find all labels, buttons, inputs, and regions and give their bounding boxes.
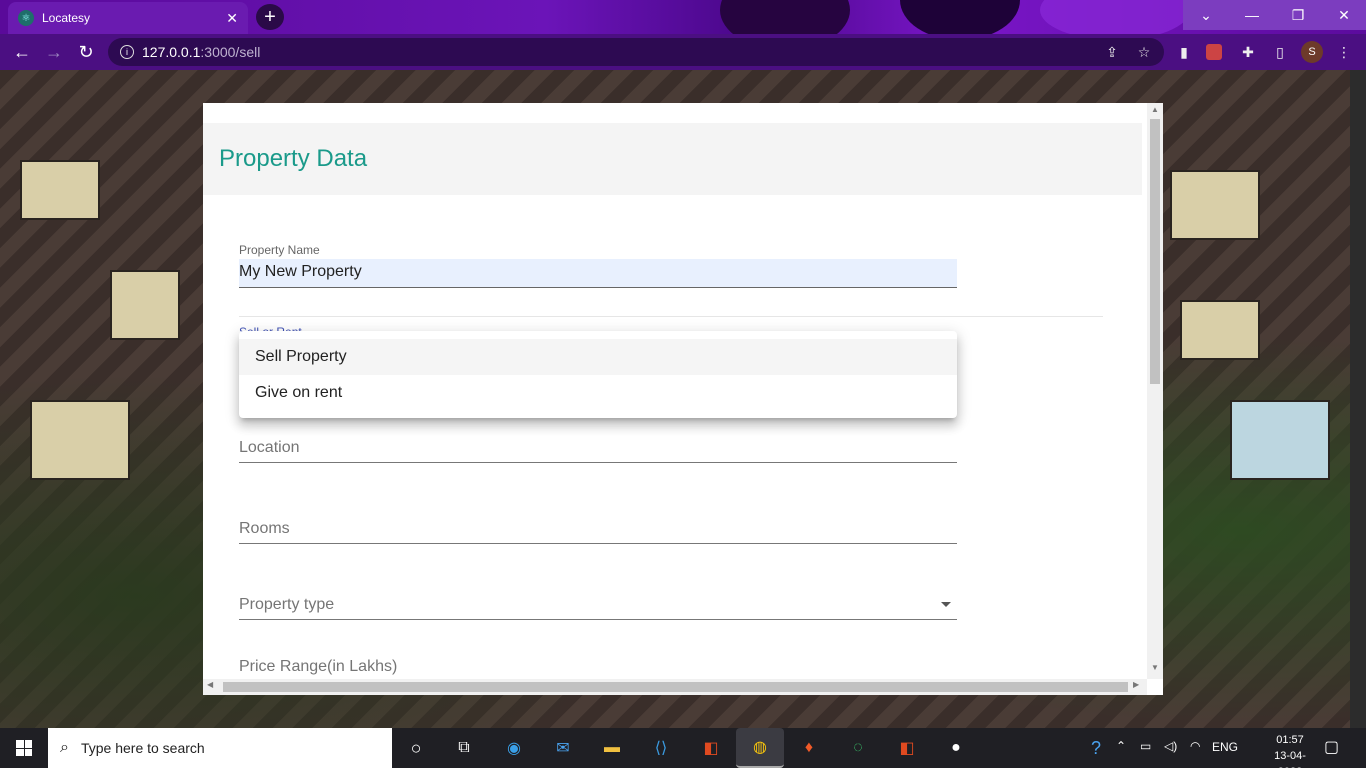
- section-divider: [239, 316, 1103, 317]
- dialog-horizontal-scrollbar[interactable]: ◀ ▶: [203, 679, 1147, 695]
- side-panel-icon[interactable]: ▯: [1270, 42, 1290, 62]
- url-path: :3000/sell: [200, 44, 261, 60]
- dialog-header: Property Data: [203, 123, 1142, 195]
- wifi-icon[interactable]: ◠: [1190, 739, 1200, 753]
- language-indicator[interactable]: ENG: [1212, 740, 1238, 754]
- tab-search-icon[interactable]: ⌄: [1183, 0, 1229, 30]
- rooms-input[interactable]: Rooms: [239, 514, 957, 544]
- address-bar[interactable]: i 127.0.0.1 :3000/sell: [108, 38, 1164, 66]
- location-input[interactable]: Location: [239, 433, 957, 463]
- react-icon: ⚛: [18, 10, 34, 26]
- battery-icon[interactable]: ▭: [1140, 739, 1151, 753]
- page-scrollbar[interactable]: [1350, 70, 1366, 728]
- task-view-icon[interactable]: ⧉: [450, 734, 478, 762]
- minimize-button[interactable]: —: [1229, 0, 1275, 30]
- close-window-button[interactable]: ✕: [1321, 0, 1366, 30]
- property-name-label: Property Name: [239, 243, 320, 257]
- volume-icon[interactable]: ◁): [1164, 739, 1177, 753]
- search-icon: ⌕: [60, 739, 69, 756]
- windows-logo-icon: [16, 740, 32, 756]
- background-house: [1180, 300, 1260, 360]
- system-clock[interactable]: 01:57 13-04-2022: [1262, 732, 1318, 768]
- clock-time: 01:57: [1276, 734, 1304, 746]
- mail-icon[interactable]: ✉: [549, 734, 577, 762]
- back-arrow-icon[interactable]: ←: [10, 40, 34, 64]
- taskbar-search-box[interactable]: ⌕ Type here to search: [48, 728, 392, 768]
- scroll-down-arrow-icon[interactable]: ▼: [1147, 663, 1163, 677]
- background-house: [20, 160, 100, 220]
- profile-avatar[interactable]: S: [1301, 41, 1323, 63]
- extension-icon[interactable]: [1206, 44, 1222, 60]
- search-placeholder: Type here to search: [80, 740, 205, 756]
- background-house: [1170, 170, 1260, 240]
- site-info-icon[interactable]: i: [120, 45, 134, 59]
- browser-tab[interactable]: ⚛ Locatesy ✕: [8, 2, 248, 34]
- dialog-title: Property Data: [219, 145, 368, 172]
- background-house: [110, 270, 180, 340]
- browser-toolbar: ← → ↻ i 127.0.0.1 :3000/sell ⇪ ☆ ▮ ✚ ▯ S…: [0, 34, 1366, 70]
- menu-kebab-icon[interactable]: ⋮: [1334, 42, 1354, 62]
- help-icon[interactable]: ?: [1082, 734, 1110, 762]
- start-button[interactable]: [0, 728, 48, 768]
- restore-button[interactable]: ❐: [1275, 0, 1321, 30]
- sell-or-rent-menu: Sell Property Give on rent: [239, 331, 957, 418]
- property-type-placeholder: Property type: [239, 596, 335, 613]
- scroll-right-arrow-icon[interactable]: ▶: [1133, 680, 1139, 689]
- background-house: [30, 400, 130, 480]
- new-tab-button[interactable]: +: [256, 4, 284, 30]
- windows-taskbar: ⌕ Type here to search ○ ⧉ ◉ ✉ ▬ ⟨⟩ ◧ ◍ ♦…: [0, 728, 1366, 768]
- share-icon[interactable]: ⇪: [1102, 42, 1122, 62]
- forward-arrow-icon[interactable]: →: [42, 40, 66, 64]
- menu-item-give-on-rent[interactable]: Give on rent: [239, 375, 957, 411]
- dropdown-arrow-icon: [941, 602, 951, 607]
- mongodb-compass-icon[interactable]: ●: [942, 734, 970, 762]
- office-icon[interactable]: ◧: [893, 734, 921, 762]
- tab-title: Locatesy: [42, 11, 91, 25]
- bookmark-star-icon[interactable]: ☆: [1134, 42, 1154, 62]
- clock-date: 13-04-2022: [1274, 750, 1306, 768]
- scrollbar-thumb[interactable]: [223, 682, 1128, 692]
- menu-item-sell-property[interactable]: Sell Property: [239, 339, 957, 375]
- background-house: [1230, 400, 1330, 480]
- url-host: 127.0.0.1: [142, 44, 201, 60]
- cortana-icon[interactable]: ○: [402, 734, 430, 762]
- edge-icon[interactable]: ◉: [500, 734, 528, 762]
- reload-icon[interactable]: ↻: [74, 40, 98, 64]
- office-icon[interactable]: ◧: [697, 734, 725, 762]
- chrome-icon[interactable]: ◍: [736, 728, 784, 768]
- dialog-vertical-scrollbar[interactable]: ▲ ▼: [1147, 103, 1163, 679]
- browser-titlebar: ⚛ Locatesy ✕ + ⌄ — ❐ ✕: [0, 0, 1366, 50]
- scrollbar-thumb[interactable]: [1150, 119, 1160, 384]
- scroll-left-arrow-icon[interactable]: ◀: [207, 680, 213, 689]
- vscode-icon[interactable]: ⟨⟩: [647, 734, 675, 762]
- notifications-icon[interactable]: ▢: [1324, 737, 1339, 757]
- file-explorer-icon[interactable]: ▬: [598, 734, 626, 762]
- price-range-input[interactable]: Price Range(in Lakhs): [239, 652, 957, 682]
- property-type-select[interactable]: Property type: [239, 590, 957, 620]
- loading-app-icon[interactable]: ◌: [844, 734, 872, 762]
- extensions-puzzle-icon[interactable]: ✚: [1238, 42, 1258, 62]
- brave-icon[interactable]: ♦: [795, 734, 823, 762]
- close-tab-icon[interactable]: ✕: [226, 10, 238, 27]
- scroll-up-arrow-icon[interactable]: ▲: [1147, 105, 1163, 119]
- property-name-input[interactable]: My New Property: [239, 259, 957, 288]
- tray-expand-icon[interactable]: ⌃: [1116, 739, 1126, 753]
- extension-icon[interactable]: ▮: [1174, 42, 1194, 62]
